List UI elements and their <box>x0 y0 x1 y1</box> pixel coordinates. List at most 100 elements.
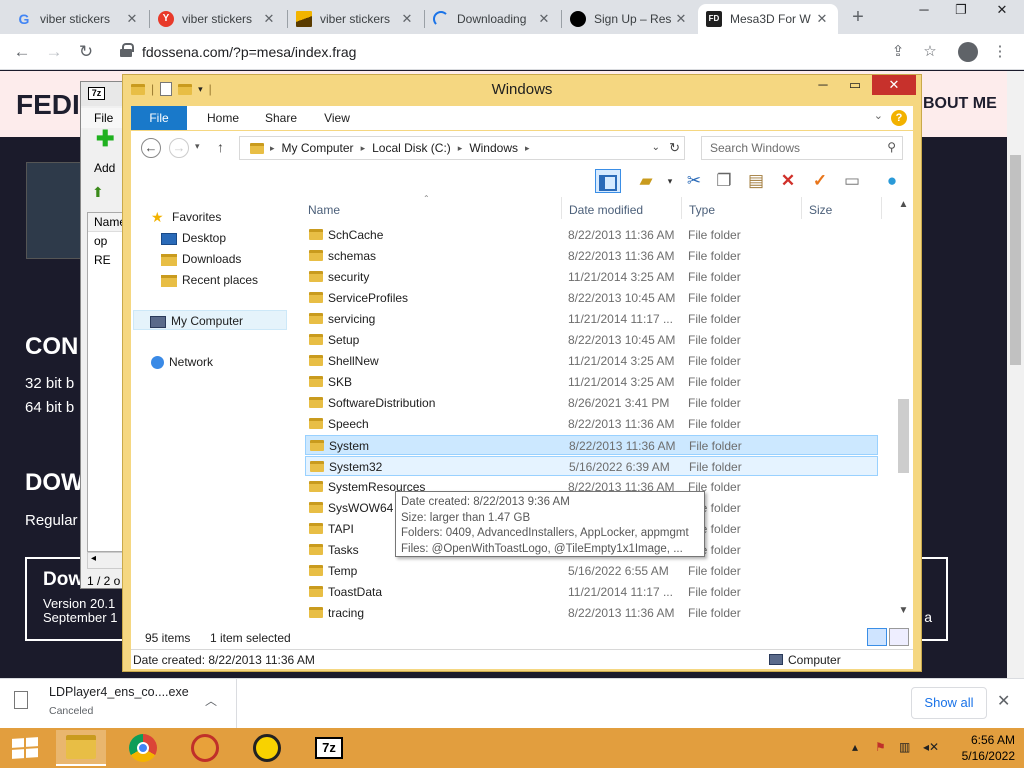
chevron-down-icon[interactable]: ⌄ <box>874 109 883 122</box>
check-icon[interactable]: ✓ <box>807 169 833 193</box>
system-clock[interactable]: 6:56 AM 5/16/2022 <box>951 732 1015 764</box>
table-row[interactable]: Setup 8/22/2013 10:45 AM File folder <box>305 330 878 350</box>
start-button[interactable] <box>12 737 38 759</box>
tab-home[interactable]: Home <box>195 106 251 130</box>
add-icon[interactable]: ✚ <box>96 128 114 150</box>
column-header-size[interactable]: Size <box>809 203 832 217</box>
search-input[interactable]: Search Windows ⚲ <box>701 136 903 160</box>
maximize-button[interactable]: ❐ <box>943 0 979 22</box>
recent-locations-icon[interactable]: ▾ <box>195 141 200 152</box>
table-row[interactable]: SKB 11/21/2014 3:25 AM File folder <box>305 372 878 392</box>
menu-icon[interactable]: ⋮ <box>988 40 1012 64</box>
details-view-icon[interactable] <box>867 628 887 646</box>
show-all-button[interactable]: Show all <box>911 687 987 719</box>
paste-icon[interactable]: ▤ <box>743 169 769 193</box>
maximize-button[interactable]: ▭ <box>840 75 870 95</box>
browser-tab[interactable]: viber stickers ✕ <box>288 4 423 34</box>
chrome-icon[interactable] <box>118 730 168 766</box>
chevron-down-icon[interactable]: ⌄ <box>652 142 660 153</box>
scroll-thumb[interactable] <box>898 399 909 473</box>
network-status-icon[interactable]: ▥ <box>899 740 910 754</box>
share-icon[interactable]: ⇪ <box>886 40 910 64</box>
table-row[interactable]: tracing 8/22/2013 11:36 AM File folder <box>305 603 878 623</box>
address-box[interactable]: ▸ My Computer ▸ Local Disk (C:) ▸ Window… <box>239 136 685 160</box>
help-icon[interactable]: ? <box>891 110 907 126</box>
rename-icon[interactable]: ▭ <box>839 169 865 193</box>
tab-view[interactable]: View <box>309 106 365 130</box>
file-explorer-icon[interactable] <box>56 730 106 766</box>
close-icon[interactable]: ✕ <box>124 11 140 27</box>
delete-icon[interactable]: ✕ <box>775 169 801 193</box>
folder-options-icon[interactable]: ▰ <box>633 169 659 193</box>
chevron-up-icon[interactable]: ︿ <box>205 692 217 709</box>
scroll-thumb[interactable] <box>1010 155 1021 365</box>
globe-icon[interactable]: ● <box>879 169 905 193</box>
table-row[interactable]: ToastData 11/21/2014 11:17 ... File folder <box>305 582 878 602</box>
download-filename[interactable]: LDPlayer4_ens_co....exe <box>49 685 189 699</box>
explorer-titlebar[interactable]: | ▾ | Windows ─ ▭ ✕ <box>123 75 921 105</box>
breadcrumb-item[interactable]: Local Disk (C:) <box>372 141 451 155</box>
close-icon[interactable]: ✕ <box>814 11 830 27</box>
close-icon[interactable]: ✕ <box>997 691 1010 711</box>
minimize-button[interactable]: ─ <box>906 0 942 22</box>
column-header-name[interactable]: Name <box>308 203 340 217</box>
back-button[interactable]: ← <box>141 138 161 158</box>
back-button[interactable]: ← <box>10 40 34 64</box>
nav-desktop[interactable]: Desktop <box>161 228 226 248</box>
minimize-button[interactable]: ─ <box>808 75 838 95</box>
preview-pane-icon[interactable] <box>595 169 621 193</box>
show-hidden-icons[interactable]: ▴ <box>852 740 858 754</box>
reload-button[interactable]: ↻ <box>74 40 98 64</box>
close-window-button[interactable]: ✕ <box>984 0 1020 22</box>
sevenzip-taskbar-icon[interactable]: 7z <box>304 730 354 766</box>
copy-icon[interactable]: ❐ <box>711 169 737 193</box>
table-row[interactable]: ShellNew 11/21/2014 3:25 AM File folder <box>305 351 878 371</box>
sevenzip-add-button[interactable]: Add <box>94 161 115 175</box>
up-folder-icon[interactable]: ⬆ <box>92 184 104 201</box>
browser-tab[interactable]: Sign Up – Res ✕ <box>562 4 697 34</box>
page-scrollbar[interactable] <box>1007 71 1024 678</box>
nav-about-link[interactable]: BOUT ME <box>923 95 997 113</box>
volume-muted-icon[interactable]: ◂✕ <box>923 740 939 754</box>
browser-tab[interactable]: Downloading ✕ <box>425 4 560 34</box>
table-row[interactable]: schemas 8/22/2013 11:36 AM File folder <box>305 246 878 266</box>
table-row[interactable]: ServiceProfiles 8/22/2013 10:45 AM File fo… <box>305 288 878 308</box>
close-button[interactable]: ✕ <box>872 75 916 95</box>
table-row[interactable]: SchCache 8/22/2013 11:36 AM File folder <box>305 225 878 245</box>
browser-tab-active[interactable]: FD Mesa3D For W ✕ <box>698 4 838 34</box>
large-icons-view-icon[interactable] <box>889 628 909 646</box>
close-icon[interactable]: ✕ <box>399 11 415 27</box>
scroll-up-icon[interactable]: ▲ <box>895 199 912 210</box>
chevron-down-icon[interactable]: ▾ <box>657 169 683 193</box>
cut-icon[interactable]: ✂ <box>681 169 707 193</box>
tab-share[interactable]: Share <box>253 106 309 130</box>
nav-recent-places[interactable]: Recent places <box>161 270 258 290</box>
close-icon[interactable]: ✕ <box>673 11 689 27</box>
ldplayer-icon[interactable] <box>242 730 292 766</box>
refresh-icon[interactable]: ↻ <box>669 140 680 156</box>
column-header-date[interactable]: Date modified <box>569 203 643 217</box>
close-icon[interactable]: ✕ <box>261 11 277 27</box>
table-row[interactable]: servicing 11/21/2014 11:17 ... File folder <box>305 309 878 329</box>
breadcrumb-item[interactable]: My Computer <box>282 141 354 155</box>
address-bar[interactable]: fdossena.com/?p=mesa/index.frag <box>110 38 952 66</box>
browser-tab[interactable]: G viber stickers ✕ <box>8 4 148 34</box>
table-row[interactable]: security 11/21/2014 3:25 AM File folder <box>305 267 878 287</box>
table-row[interactable]: System 8/22/2013 11:36 AM File folder <box>305 435 878 455</box>
vertical-scrollbar[interactable]: ▲ ▼ <box>895 197 912 625</box>
breadcrumb-item[interactable]: Windows <box>469 141 518 155</box>
browser-tab[interactable]: Y viber stickers ✕ <box>150 4 285 34</box>
forward-button[interactable]: → <box>169 138 189 158</box>
table-row[interactable]: Speech 8/22/2013 11:36 AM File folder <box>305 414 878 434</box>
bookmark-star-icon[interactable]: ☆ <box>918 40 942 64</box>
up-arrow-icon[interactable]: ↑ <box>217 139 224 155</box>
new-tab-button[interactable]: + <box>848 6 868 29</box>
browser-app-icon[interactable] <box>180 730 230 766</box>
table-row[interactable]: System32 5/16/2022 6:39 AM File folder <box>305 456 878 476</box>
profile-avatar[interactable] <box>956 40 980 64</box>
nav-my-computer[interactable]: My Computer <box>133 310 287 330</box>
scroll-down-icon[interactable]: ▼ <box>895 605 912 616</box>
forward-button[interactable]: → <box>42 40 66 64</box>
site-brand[interactable]: FEDI <box>16 89 80 121</box>
nav-network[interactable]: Network <box>151 352 213 372</box>
